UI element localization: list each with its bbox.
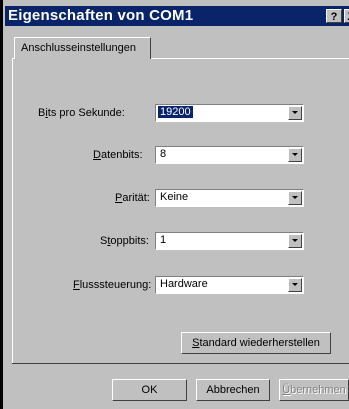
chevron-down-icon[interactable]	[288, 278, 302, 292]
ok-button[interactable]: OK	[112, 379, 187, 401]
cancel-button[interactable]: Abbrechen	[196, 379, 270, 401]
parity-label: Parität:	[115, 192, 150, 204]
dialog-window: Eigenschaften von COM1 ? X Anschlusseins…	[0, 0, 349, 409]
close-button[interactable]: X	[344, 9, 349, 23]
chevron-down-icon[interactable]	[288, 106, 302, 120]
data-bits-select[interactable]: 8	[155, 146, 304, 164]
stop-bits-select[interactable]: 1	[155, 232, 304, 250]
data-bits-label: Datenbits:	[93, 149, 143, 161]
stop-bits-label: Stoppbits:	[100, 235, 149, 247]
parity-select[interactable]: Keine	[155, 189, 304, 207]
parity-value: Keine	[160, 191, 189, 203]
tab-panel-bottom-edge	[12, 363, 349, 364]
bits-per-second-label: Bits pro Sekunde:	[38, 107, 125, 119]
flow-control-select[interactable]: Hardware	[155, 276, 304, 294]
apply-button[interactable]: Übernehmen	[279, 379, 349, 401]
stop-bits-value: 1	[160, 234, 167, 246]
data-bits-value: 8	[160, 148, 167, 160]
flow-control-label: Flusssteuerung:	[73, 279, 152, 291]
window-left-border	[0, 0, 3, 409]
chevron-down-icon[interactable]	[288, 148, 302, 162]
window-title: Eigenschaften von COM1	[8, 7, 194, 24]
chevron-down-icon[interactable]	[288, 234, 302, 248]
tab-label: Anschlusseinstellungen	[21, 42, 136, 54]
bits-per-second-value: 19200	[158, 106, 193, 118]
help-button[interactable]: ?	[326, 9, 342, 23]
flow-control-value: Hardware	[160, 278, 208, 290]
restore-defaults-button[interactable]: Standard wiederherstellen	[181, 332, 331, 354]
bits-per-second-select[interactable]: 19200	[155, 104, 304, 122]
chevron-down-icon[interactable]	[288, 191, 302, 205]
title-bar[interactable]: Eigenschaften von COM1 ? X	[5, 6, 349, 26]
tab-anschlusseinstellungen[interactable]: Anschlusseinstellungen	[14, 37, 151, 59]
